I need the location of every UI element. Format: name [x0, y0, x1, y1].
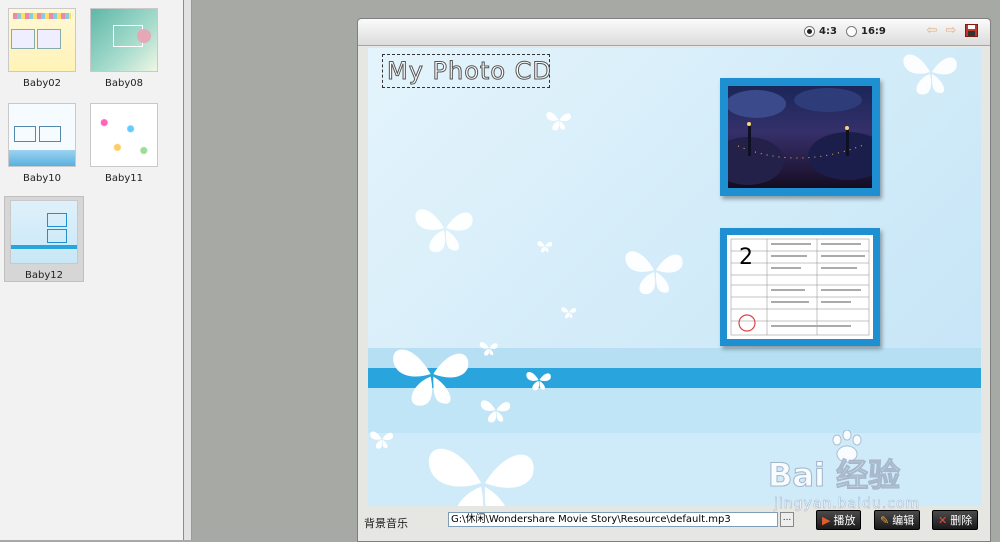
template-panel: Baby02 Baby08 Baby10 Baby11 Baby12	[0, 0, 184, 540]
template-thumbnail	[10, 200, 78, 264]
panel-scrollbar[interactable]	[184, 0, 192, 540]
delete-icon: ✕	[938, 513, 948, 527]
music-path-field[interactable]: G:\休闲\Wondershare Movie Story\Resource\d…	[448, 512, 778, 527]
butterfly-icon	[526, 371, 551, 391]
template-thumbnail	[8, 8, 76, 72]
template-thumbnail	[90, 8, 158, 72]
butterfly-icon	[415, 209, 473, 253]
template-baby10[interactable]: Baby10	[6, 100, 78, 184]
slideshow-canvas[interactable]: My Photo CD 2	[368, 48, 981, 506]
radio-dot	[846, 26, 857, 37]
photo-image	[728, 86, 872, 188]
butterfly-icon	[625, 251, 683, 295]
template-baby08[interactable]: Baby08	[88, 5, 160, 89]
butterfly-icon	[479, 342, 498, 356]
title-text-box[interactable]: My Photo CD	[382, 54, 552, 88]
butterfly-icon	[546, 111, 571, 131]
template-baby02[interactable]: Baby02	[6, 5, 78, 89]
background-music-label: 背景音乐	[364, 517, 408, 530]
butterfly-icon	[480, 400, 511, 423]
template-thumbnail	[8, 103, 76, 167]
butterfly-icon	[393, 349, 469, 406]
slot-number: 2	[739, 245, 753, 270]
save-icon[interactable]	[964, 24, 978, 38]
template-baby11[interactable]: Baby11	[88, 100, 160, 184]
preview-toolbar: 4:3 16:9 ⇦ ⇨	[358, 19, 990, 46]
template-label: Baby02	[23, 78, 61, 89]
play-button[interactable]: ▶ 播放	[816, 510, 862, 530]
butterfly-icon	[561, 307, 577, 319]
edit-button[interactable]: ✎ 编辑	[874, 510, 921, 530]
play-icon: ▶	[822, 513, 831, 527]
butterfly-icon	[428, 448, 534, 506]
template-label: Baby10	[23, 173, 61, 184]
photo-slot-2[interactable]: 2	[720, 228, 880, 346]
radio-dot	[804, 26, 815, 37]
template-label: Baby11	[105, 173, 143, 184]
template-label: Baby12	[25, 270, 63, 281]
ratio-4-3-radio[interactable]: 4:3	[804, 26, 837, 37]
photo-slot-1[interactable]	[720, 78, 880, 196]
template-baby12[interactable]: Baby12	[4, 196, 84, 282]
title-text: My Photo CD	[387, 57, 552, 86]
photo-image: 2	[727, 235, 873, 339]
butterfly-icon	[370, 431, 394, 449]
browse-button[interactable]: ...	[780, 512, 794, 527]
delete-label: 删除	[950, 514, 973, 527]
template-thumbnail	[90, 103, 158, 167]
preview-window: 4:3 16:9 ⇦ ⇨ My Photo CD 2 背景音乐 G:\休闲\Wo…	[357, 18, 991, 542]
template-label: Baby08	[105, 78, 143, 89]
back-arrow-icon[interactable]: ⇦	[925, 24, 939, 38]
ratio-16-9-radio[interactable]: 16:9	[846, 26, 886, 37]
play-label: 播放	[833, 514, 856, 527]
delete-button[interactable]: ✕ 删除	[932, 510, 979, 530]
ratio-label: 4:3	[819, 26, 837, 37]
butterfly-icon	[903, 54, 957, 95]
edit-icon: ✎	[880, 513, 890, 527]
forward-arrow-icon[interactable]: ⇨	[944, 24, 958, 38]
butterfly-icon	[537, 241, 553, 253]
ratio-label: 16:9	[861, 26, 886, 37]
edit-label: 编辑	[892, 514, 915, 527]
